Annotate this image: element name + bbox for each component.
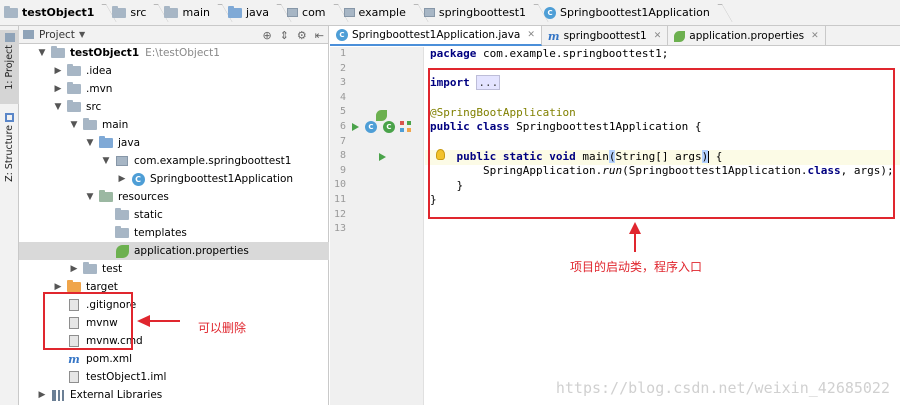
deletable-annotation: 可以删除: [198, 321, 247, 335]
left-arrow-head: [137, 315, 150, 327]
up-arrow-head: [629, 222, 641, 234]
watermark: https://blog.csdn.net/weixin_42685022: [555, 379, 890, 397]
entry-annotation: 项目的启动类，程序入口: [570, 260, 703, 274]
annotation-arrows: [137, 222, 641, 327]
